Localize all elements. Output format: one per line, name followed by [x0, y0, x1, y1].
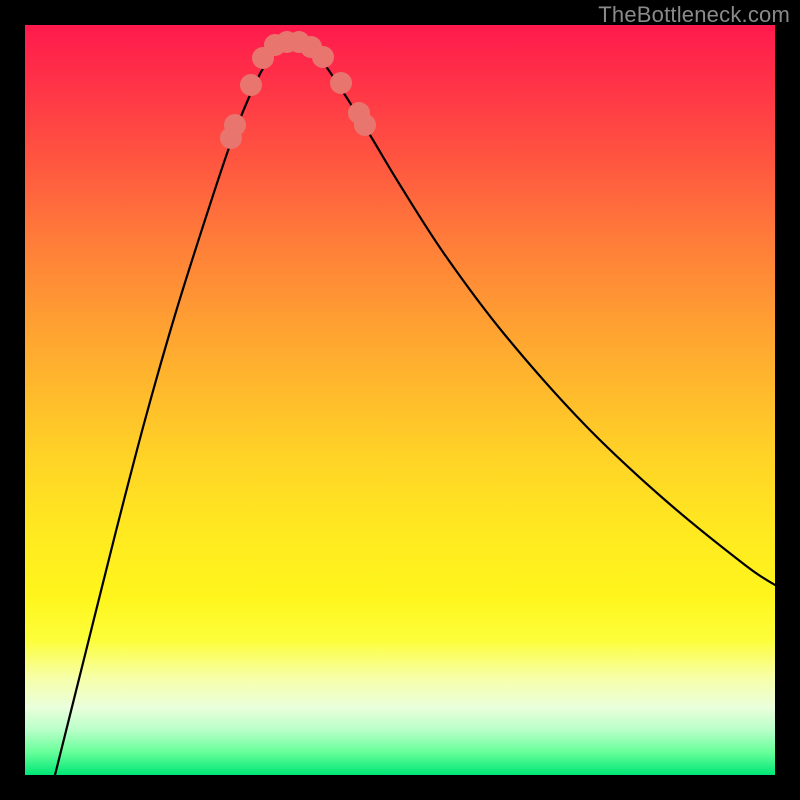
- chart-svg: [25, 25, 775, 775]
- marker-dot: [224, 114, 246, 136]
- watermark-label: TheBottleneck.com: [598, 2, 790, 28]
- marker-dot: [330, 72, 352, 94]
- marker-dot: [354, 114, 376, 136]
- chart-plot-area: [25, 25, 775, 775]
- highlight-markers: [220, 31, 376, 149]
- bottleneck-curve: [55, 40, 775, 775]
- marker-dot: [240, 74, 262, 96]
- marker-dot: [312, 46, 334, 68]
